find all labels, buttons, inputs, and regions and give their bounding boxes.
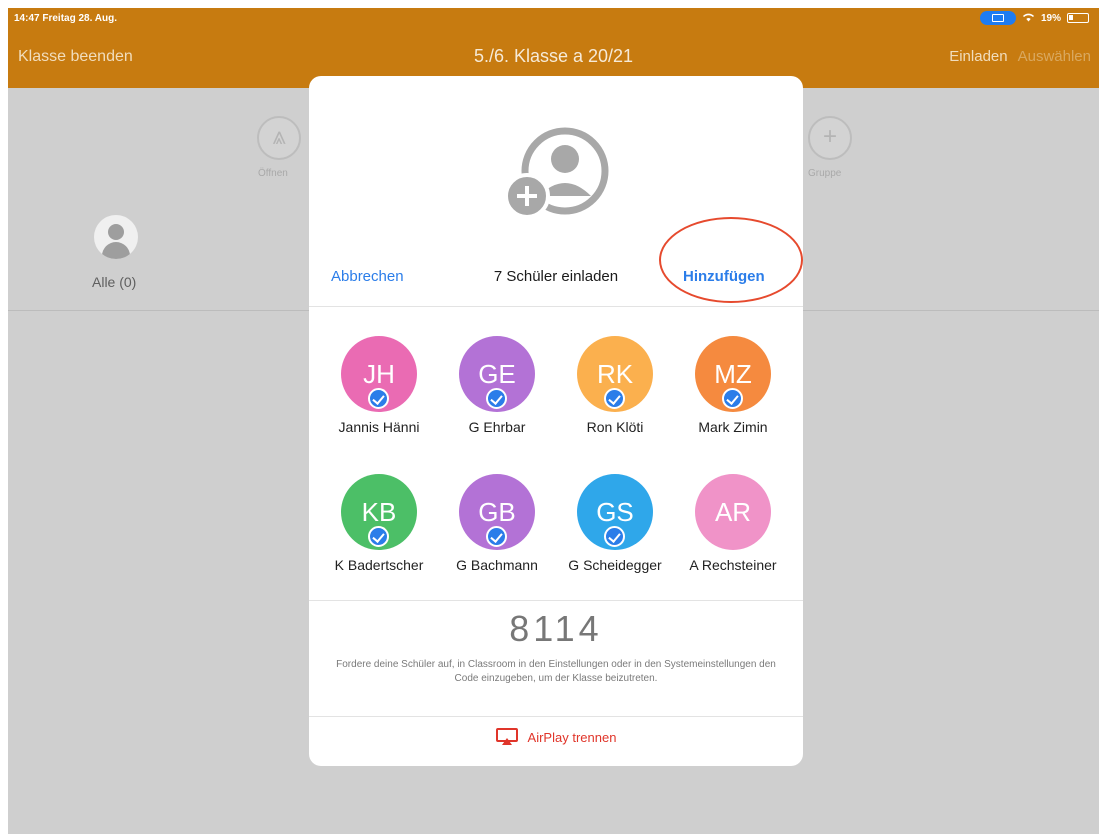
student-initials: MZ <box>714 359 752 389</box>
footer-divider <box>309 716 803 717</box>
student-avatar: RK <box>577 336 653 412</box>
status-time: 14:47 Freitag 28. Aug. <box>14 13 117 24</box>
student-item[interactable]: RK Ron Klöti <box>556 336 674 435</box>
student-initials: GS <box>596 497 634 527</box>
student-name: Ron Klöti <box>586 419 644 435</box>
airplay-disconnect-button[interactable]: AirPlay trennen <box>309 728 803 746</box>
ipad-screen: 14:47 Freitag 28. Aug. 19% Klasse beende… <box>8 8 1099 834</box>
screen-mirroring-icon <box>979 11 1016 25</box>
invite-popover: Abbrechen 7 Schüler einladen Hinzufügen … <box>309 76 803 766</box>
checkmark-icon <box>604 388 625 409</box>
airplay-icon <box>495 728 518 745</box>
add-group-icon[interactable]: + <box>808 116 852 160</box>
student-item[interactable]: KB K Badertscher <box>320 474 438 573</box>
checkmark-icon <box>722 388 743 409</box>
select-button[interactable]: Auswählen <box>1018 48 1091 65</box>
checkmark-icon <box>604 526 625 547</box>
student-item[interactable]: GB G Bachmann <box>438 474 556 573</box>
student-name: A Rechsteiner <box>689 557 777 573</box>
student-avatar: MZ <box>695 336 771 412</box>
battery-icon <box>1067 13 1089 23</box>
grid-divider <box>309 600 803 601</box>
student-item[interactable]: MZ Mark Zimin <box>674 336 792 435</box>
code-instructions: Fordere deine Schüler auf, in Classroom … <box>336 659 776 684</box>
student-name: G Scheidegger <box>568 557 662 573</box>
checkmark-icon <box>486 526 507 547</box>
student-avatar: AR <box>695 474 771 550</box>
student-initials: GB <box>478 497 516 527</box>
student-initials: KB <box>361 497 397 527</box>
student-initials: RK <box>596 359 634 389</box>
invite-button[interactable]: Einladen <box>949 48 1007 65</box>
student-initials: GE <box>478 359 516 389</box>
checkmark-icon <box>368 526 389 547</box>
battery-percent: 19% <box>1040 12 1061 24</box>
student-avatar: GE <box>459 336 535 412</box>
open-app-icon[interactable]: ⩓ <box>257 116 301 160</box>
student-item[interactable]: AR A Rechsteiner <box>674 474 792 573</box>
student-initials: JH <box>363 359 395 389</box>
student-item[interactable]: GE G Ehrbar <box>438 336 556 435</box>
student-name: Jannis Hänni <box>338 419 420 435</box>
checkmark-icon <box>368 388 389 409</box>
student-avatar: GB <box>459 474 535 550</box>
nav-actions: Einladen Auswählen <box>949 48 1091 65</box>
student-avatar: KB <box>341 474 417 550</box>
student-name: Mark Zimin <box>698 419 768 435</box>
header-divider <box>309 306 803 307</box>
student-initials: AR <box>714 497 752 527</box>
student-item[interactable]: GS G Scheidegger <box>556 474 674 573</box>
student-avatar: JH <box>341 336 417 412</box>
all-students-avatar[interactable] <box>94 215 138 259</box>
class-title: 5./6. Klasse a 20/21 <box>473 46 634 66</box>
student-avatar: GS <box>577 474 653 550</box>
add-person-icon <box>504 127 609 219</box>
wifi-icon <box>1022 12 1035 25</box>
checkmark-icon <box>486 388 507 409</box>
highlight-circle <box>659 217 803 303</box>
group-label: Gruppe <box>808 168 842 179</box>
class-code: 8114 <box>509 608 603 649</box>
airplay-label: AirPlay trennen <box>527 729 617 745</box>
open-label: Öffnen <box>258 168 288 179</box>
status-indicators: 19% <box>979 11 1089 25</box>
student-item[interactable]: JH Jannis Hänni <box>320 336 438 435</box>
student-name: K Badertscher <box>334 557 424 573</box>
student-name: G Ehrbar <box>468 419 526 435</box>
student-name: G Bachmann <box>456 557 538 573</box>
all-students-label[interactable]: Alle (0) <box>92 274 136 290</box>
